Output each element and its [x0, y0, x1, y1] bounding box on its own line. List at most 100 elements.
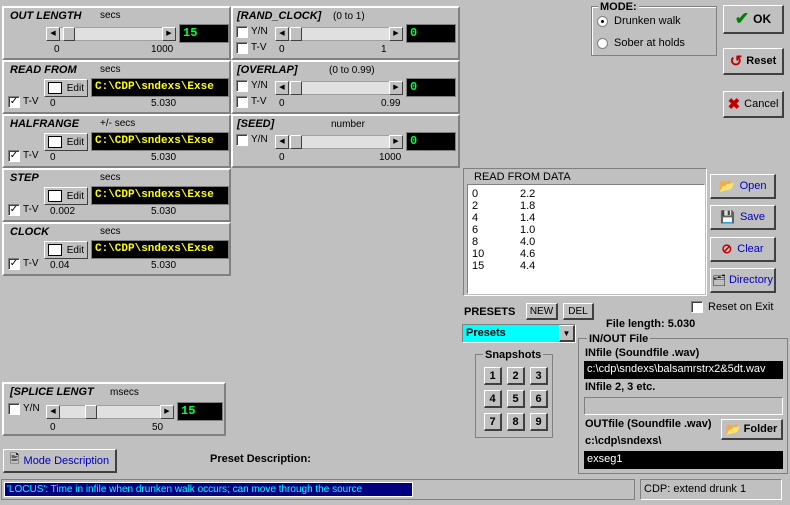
- slider-left-arrow-icon[interactable]: ◀: [275, 81, 289, 95]
- presets-selected: Presets: [466, 327, 506, 339]
- rand-clock-tv-checkbox[interactable]: [236, 42, 248, 54]
- overlap-yn-checkbox[interactable]: [236, 80, 248, 92]
- slider-left-arrow-icon[interactable]: ◀: [275, 135, 289, 149]
- table-row[interactable]: 4 1.4: [472, 212, 535, 224]
- splice-yn-checkbox[interactable]: [8, 403, 20, 415]
- slider-thumb[interactable]: [85, 405, 97, 419]
- directory-button[interactable]: 🗂 Directory: [710, 268, 776, 293]
- slider-left-arrow-icon[interactable]: ◀: [46, 27, 60, 41]
- snapshots-title: Snapshots: [483, 349, 544, 361]
- reset-on-exit-checkbox[interactable]: [691, 301, 703, 313]
- slider-right-arrow-icon[interactable]: ▶: [389, 27, 403, 41]
- read-data-frame: READ FROM DATA 0 2.2 2 1.8 4 1.4 6 1.0 8 4.0 10 4.6…: [463, 168, 707, 296]
- out-length-unit: secs: [100, 10, 121, 21]
- infile-label: INfile (Soundfile .wav): [585, 347, 700, 359]
- clock-tv-checkbox[interactable]: ✓: [8, 258, 20, 270]
- table-row[interactable]: 2 1.8: [472, 200, 535, 212]
- cancel-button[interactable]: ✖ Cancel: [723, 91, 784, 118]
- reset-button[interactable]: ↺ Reset: [723, 48, 784, 75]
- clock-path[interactable]: C:\CDP\sndexs\Exse: [91, 240, 229, 259]
- out-length-value[interactable]: 15: [179, 24, 229, 43]
- rand-clock-slider[interactable]: ◀ ▶: [275, 27, 403, 41]
- step-tv-checkbox[interactable]: ✓: [8, 204, 20, 216]
- mode-radio-drunken[interactable]: [597, 16, 608, 27]
- read-from-path[interactable]: C:\CDP\sndexs\Exse: [91, 78, 229, 97]
- out-length-slider[interactable]: ◀ ▶: [46, 27, 176, 41]
- snapshot-button-5[interactable]: 5: [507, 390, 525, 408]
- table-row[interactable]: 10 4.6: [472, 248, 535, 260]
- overlap-value[interactable]: 0: [406, 78, 456, 97]
- splice-length-value[interactable]: 15: [177, 402, 223, 421]
- rand-clock-value[interactable]: 0: [406, 24, 456, 43]
- presets-dropdown[interactable]: Presets ▼: [462, 324, 576, 343]
- read-from-min: 0: [50, 98, 56, 109]
- slider-left-arrow-icon[interactable]: ◀: [46, 405, 60, 419]
- preset-description-label: Preset Description:: [210, 453, 311, 465]
- infile2-value[interactable]: [584, 397, 783, 415]
- cancel-x-icon: ✖: [727, 96, 741, 113]
- halfrange-tv-checkbox[interactable]: ✓: [8, 150, 20, 162]
- infile-value[interactable]: c:\cdp\sndexs\balsamrstrx2&5dt.wav: [584, 361, 783, 379]
- slider-right-arrow-icon[interactable]: ▶: [162, 27, 176, 41]
- snapshot-button-2[interactable]: 2: [507, 367, 525, 385]
- row-time: 0: [472, 188, 479, 200]
- read-from-edit-button[interactable]: Edit: [44, 79, 88, 97]
- new-label: NEW: [529, 305, 554, 317]
- snapshot-button-8[interactable]: 8: [507, 413, 525, 431]
- mode-description-button[interactable]: 🖹 Mode Description: [3, 449, 117, 473]
- folder-button[interactable]: 📂 Folder: [721, 419, 783, 440]
- snapshot-button-1[interactable]: 1: [484, 367, 502, 385]
- clock-edit-button[interactable]: Edit: [44, 241, 88, 259]
- read-from-tv-checkbox[interactable]: ✓: [8, 96, 20, 108]
- table-row[interactable]: 15 4.4: [472, 260, 535, 272]
- overlap-slider[interactable]: ◀ ▶: [275, 81, 403, 95]
- seed-max: 1000: [379, 152, 402, 163]
- open-button[interactable]: 📂 Open: [710, 174, 776, 199]
- halfrange-edit-button[interactable]: Edit: [44, 133, 88, 151]
- slider-right-arrow-icon[interactable]: ▶: [160, 405, 174, 419]
- outfile-value[interactable]: exseg1: [584, 451, 783, 469]
- seed-yn-label: Y/N: [251, 134, 268, 145]
- table-row[interactable]: 0 2.2: [472, 188, 535, 200]
- save-button[interactable]: 💾 Save: [710, 205, 776, 230]
- snapshot-button-4[interactable]: 4: [484, 390, 502, 408]
- presets-new-button[interactable]: NEW: [526, 303, 558, 320]
- halfrange-path[interactable]: C:\CDP\sndexs\Exse: [91, 132, 229, 151]
- row-value: 4.0: [520, 236, 536, 248]
- read-data-list[interactable]: 0 2.2 2 1.8 4 1.4 6 1.0 8 4.0 10 4.6 15 4.4: [467, 184, 705, 294]
- table-row[interactable]: 8 4.0: [472, 236, 535, 248]
- slider-thumb[interactable]: [290, 135, 302, 149]
- seed-yn-checkbox[interactable]: [236, 134, 248, 146]
- seed-slider[interactable]: ◀ ▶: [275, 135, 403, 149]
- snapshot-button-6[interactable]: 6: [530, 390, 548, 408]
- ok-button[interactable]: ✔ OK: [723, 5, 784, 34]
- snapshot-button-7[interactable]: 7: [484, 413, 502, 431]
- slider-thumb[interactable]: [63, 27, 75, 41]
- seed-value[interactable]: 0: [406, 132, 456, 151]
- step-path[interactable]: C:\CDP\sndexs\Exse: [91, 186, 229, 205]
- edit-label: Edit: [66, 136, 84, 148]
- row-value: 1.0: [520, 224, 536, 236]
- rand-clock-yn-checkbox[interactable]: [236, 26, 248, 38]
- rand-clock-range: (0 to 1): [333, 11, 365, 22]
- table-row[interactable]: 6 1.0: [472, 224, 535, 236]
- clear-button[interactable]: ⊘ Clear: [710, 237, 776, 262]
- snapshot-button-3[interactable]: 3: [530, 367, 548, 385]
- chevron-down-icon[interactable]: ▼: [559, 325, 575, 342]
- folder-icon: 📂: [725, 422, 741, 436]
- seed-min: 0: [279, 152, 285, 163]
- mode-radio-sober[interactable]: [597, 38, 608, 49]
- presets-del-button[interactable]: DEL: [563, 303, 594, 320]
- mode-option-drunken[interactable]: Drunken walk: [614, 15, 681, 27]
- overlap-tv-checkbox[interactable]: [236, 96, 248, 108]
- file-length: File length: 5.030: [606, 318, 696, 330]
- slider-left-arrow-icon[interactable]: ◀: [275, 27, 289, 41]
- slider-right-arrow-icon[interactable]: ▶: [389, 81, 403, 95]
- mode-option-sober[interactable]: Sober at holds: [614, 37, 685, 49]
- slider-thumb[interactable]: [290, 81, 302, 95]
- snapshot-button-9[interactable]: 9: [530, 413, 548, 431]
- splice-length-slider[interactable]: ◀ ▶: [46, 405, 174, 419]
- step-edit-button[interactable]: Edit: [44, 187, 88, 205]
- slider-thumb[interactable]: [290, 27, 302, 41]
- slider-right-arrow-icon[interactable]: ▶: [389, 135, 403, 149]
